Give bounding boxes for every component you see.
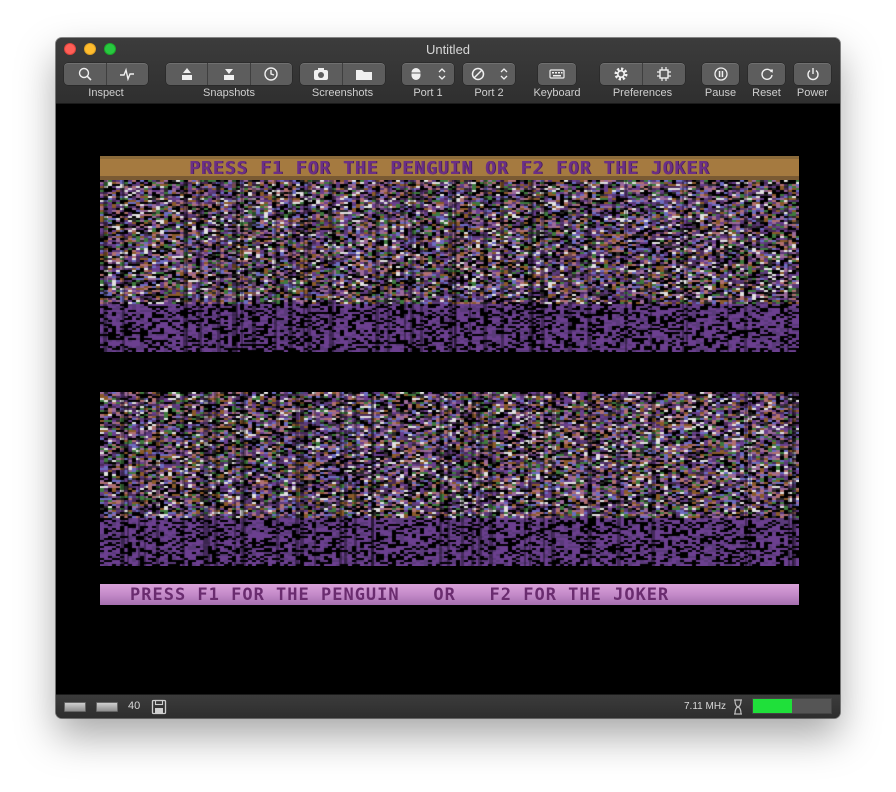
no-device-icon (471, 67, 484, 81)
open-screenshots-button[interactable] (343, 63, 385, 85)
pause-button[interactable] (702, 63, 739, 85)
garbled-graphics-band-bottom (100, 392, 799, 566)
keyboard-button[interactable] (538, 63, 576, 85)
reset-icon (760, 68, 773, 80)
preferences-group: Preferences (600, 63, 685, 99)
top-banner: PRESS F1 FOR THE PENGUIN OR F2 FOR THE J… (100, 156, 799, 180)
chevron-updown-icon (500, 68, 507, 80)
speed-meter-fill (753, 699, 792, 713)
port1-group: Port 1 (402, 63, 454, 99)
magnifier-icon (78, 67, 92, 81)
bottom-banner-text: PRESS F1 FOR THE PENGUIN OR F2 FOR THE J… (130, 584, 670, 605)
inspect-button[interactable] (64, 63, 107, 85)
window-title: Untitled (425, 42, 471, 57)
snapshots-label: Snapshots (203, 87, 255, 99)
pulse-icon (120, 67, 135, 81)
take-screenshot-button[interactable] (300, 63, 343, 85)
keyboard-label: Keyboard (533, 87, 581, 99)
hardware-preferences-button[interactable] (643, 63, 685, 85)
noise-canvas (100, 180, 799, 352)
screenshots-label: Screenshots (311, 87, 374, 99)
title-bar: Untitled Inspect Snapshots Screenshots P… (56, 38, 840, 104)
reset-group: Reset (748, 63, 785, 99)
snapshot-save-icon (181, 68, 192, 80)
c64-screen[interactable]: PRESS F1 FOR THE PENGUIN OR F2 FOR THE J… (100, 156, 799, 605)
monitor-button[interactable] (107, 63, 149, 85)
snapshot-browser-button[interactable] (251, 63, 292, 85)
screenshots-group: Screenshots (300, 63, 385, 99)
chevron-updown-icon (438, 68, 446, 80)
power-label: Power (796, 87, 829, 99)
snapshot-restore-icon (223, 69, 234, 80)
port2-select[interactable] (463, 63, 515, 85)
clock-rewind-icon (264, 67, 279, 81)
clock-speed: 7.11 MHz (684, 701, 727, 712)
mouse-icon (411, 68, 421, 80)
drive8-icon[interactable] (64, 702, 86, 712)
floppy-disk-icon[interactable] (151, 699, 167, 715)
snapshots-group: Snapshots (166, 63, 292, 99)
general-preferences-button[interactable] (600, 63, 643, 85)
inspect-group: Inspect (64, 63, 149, 99)
camera-icon (314, 68, 328, 80)
speed-meter (752, 698, 832, 714)
power-button[interactable] (794, 63, 831, 85)
take-snapshot-button[interactable] (166, 63, 209, 85)
emulator-display[interactable]: PRESS F1 FOR THE PENGUIN OR F2 FOR THE J… (56, 104, 840, 694)
pause-icon (713, 67, 728, 81)
reset-button[interactable] (748, 63, 785, 85)
folder-icon (356, 70, 372, 80)
preferences-label: Preferences (612, 87, 673, 99)
chip-icon (657, 67, 671, 81)
top-banner-text: PRESS F1 FOR THE PENGUIN OR F2 FOR THE J… (189, 157, 710, 179)
pause-group: Pause (702, 63, 739, 99)
status-bar: 40 7.11 MHz (56, 694, 840, 718)
port1-label: Port 1 (413, 87, 443, 99)
port2-group: Port 2 (463, 63, 515, 99)
gear-icon (614, 67, 628, 81)
garbled-graphics-band-top: PRESS F1 FOR THE PENGUIN OR F2 FOR THE J… (100, 156, 799, 352)
port1-select[interactable] (402, 63, 454, 85)
restore-snapshot-button[interactable] (208, 63, 251, 85)
drive9-icon[interactable] (96, 702, 118, 712)
port2-label: Port 2 (474, 87, 504, 99)
drive-track: 40 (128, 700, 141, 712)
inspect-label: Inspect (88, 87, 124, 99)
hourglass-icon (734, 699, 742, 715)
emulator-window: Untitled Inspect Snapshots Screenshots P… (56, 38, 840, 718)
power-icon (806, 68, 819, 81)
keyboard-icon (549, 69, 565, 79)
power-group: Power (794, 63, 831, 99)
noise-canvas (100, 392, 799, 566)
keyboard-group: Keyboard (533, 63, 581, 99)
bottom-banner: PRESS F1 FOR THE PENGUIN OR F2 FOR THE J… (100, 584, 799, 605)
